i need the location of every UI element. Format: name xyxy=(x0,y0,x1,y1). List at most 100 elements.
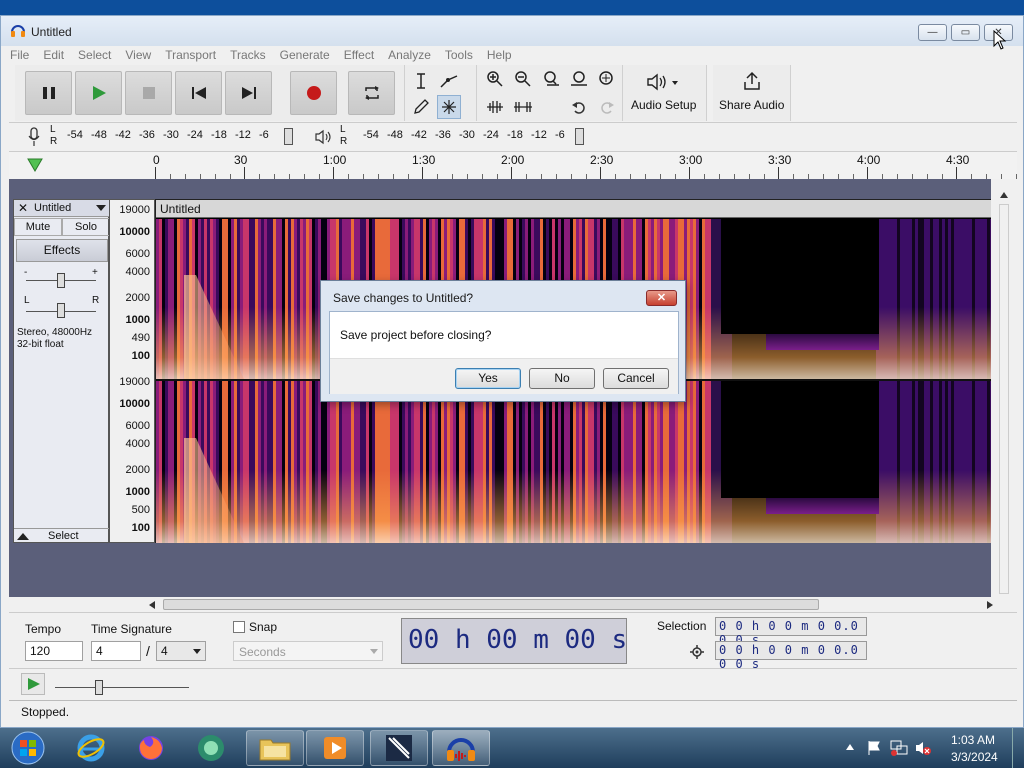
taskbar-internet-explorer[interactable] xyxy=(62,730,120,766)
horizontal-scrollbar[interactable] xyxy=(9,597,1017,612)
menu-view[interactable]: View xyxy=(116,46,156,64)
skip-to-end-button[interactable] xyxy=(225,71,272,115)
clip-title-bar[interactable]: Untitled xyxy=(156,200,991,218)
meter-toolbar: L R -54 -48 -42 -36 -30 -24 -18 -12 -6 L R -54 -4… xyxy=(9,122,1017,150)
zoom-toggle-button[interactable] xyxy=(595,67,619,91)
ruler-tick xyxy=(600,167,601,179)
ruler-tick-label: 4:30 xyxy=(946,153,970,167)
speed-slider[interactable] xyxy=(95,680,103,695)
meter-tick-label: -30 xyxy=(163,129,179,141)
trim-audio-button[interactable] xyxy=(483,95,507,119)
volume-muted-icon[interactable] xyxy=(914,740,932,756)
yes-button[interactable]: Yes xyxy=(455,368,521,389)
scroll-up-icon[interactable] xyxy=(1000,192,1008,198)
show-desktop-button[interactable] xyxy=(1012,728,1024,768)
fit-project-button[interactable] xyxy=(567,67,591,91)
silence-audio-button[interactable] xyxy=(511,95,535,119)
snap-checkbox[interactable] xyxy=(233,621,245,633)
collapse-arrow-icon[interactable] xyxy=(17,533,29,541)
hscroll-thumb[interactable] xyxy=(163,599,819,610)
time-display[interactable]: 00 h 00 m 00 s xyxy=(401,618,627,664)
play-button[interactable] xyxy=(75,71,122,115)
redo-button[interactable] xyxy=(595,95,619,119)
minimize-button[interactable]: — xyxy=(918,24,947,41)
taskbar-media-player[interactable] xyxy=(306,730,364,766)
selection-start-time[interactable]: 0 0 h 0 0 m 0 0.0 0 0 s xyxy=(715,617,867,647)
timeline-ruler[interactable]: 0 30 1:00 1:30 2:00 2:30 3:00 3:30 4:00 4:30 xyxy=(9,151,1017,179)
play-meter-slider[interactable] xyxy=(575,128,584,145)
multi-tool[interactable] xyxy=(437,95,461,119)
taskbar-editor-app[interactable] xyxy=(370,730,428,766)
time-sig-numerator[interactable]: 4 xyxy=(91,641,141,661)
action-center-flag-icon[interactable] xyxy=(866,740,882,756)
scroll-right-icon[interactable] xyxy=(987,601,993,609)
menu-analyze[interactable]: Analyze xyxy=(379,46,436,64)
tray-expand-icon[interactable] xyxy=(846,743,854,751)
loop-button[interactable] xyxy=(348,71,395,115)
effects-button[interactable]: Effects xyxy=(16,239,108,262)
mute-button[interactable]: Mute xyxy=(14,218,62,236)
spectrogram-right-channel[interactable] xyxy=(156,381,991,543)
taskbar-file-explorer[interactable] xyxy=(246,730,304,766)
menu-tools[interactable]: Tools xyxy=(436,46,478,64)
envelope-tool[interactable] xyxy=(437,69,461,93)
record-button[interactable] xyxy=(290,71,337,115)
pan-slider[interactable] xyxy=(57,303,65,318)
microphone-icon xyxy=(28,127,40,146)
selection-settings-gear-icon[interactable] xyxy=(690,645,704,659)
taskbar-app-green[interactable] xyxy=(182,730,240,766)
green-app-icon xyxy=(198,735,224,761)
menu-select[interactable]: Select xyxy=(69,46,116,64)
no-button[interactable]: No xyxy=(529,368,595,389)
play-at-speed-button[interactable] xyxy=(21,673,45,695)
menu-effect[interactable]: Effect xyxy=(335,46,379,64)
tempo-input[interactable]: 120 xyxy=(25,641,83,661)
selection-end-time[interactable]: 0 0 h 0 0 m 0 0.0 0 0 s xyxy=(715,641,867,671)
time-sig-denominator[interactable]: 4 xyxy=(156,641,206,661)
ruler-tick xyxy=(778,167,779,179)
selection-tool[interactable] xyxy=(409,69,433,93)
playback-meter[interactable]: -54 -48 -42 -36 -30 -24 -18 -12 -6 xyxy=(363,129,581,145)
taskbar-audacity[interactable] xyxy=(432,730,490,766)
menu-generate[interactable]: Generate xyxy=(271,46,335,64)
frequency-scale[interactable]: 19000 10000 6000 4000 2000 1000 490 100 19000 10… xyxy=(109,199,155,543)
vertical-scrollbar[interactable] xyxy=(991,179,1017,612)
menu-transport[interactable]: Transport xyxy=(156,46,221,64)
share-audio-button[interactable]: Share Audio xyxy=(713,65,791,121)
draw-tool[interactable] xyxy=(409,95,433,119)
firefox-icon xyxy=(139,736,163,760)
zoom-in-button[interactable] xyxy=(483,67,507,91)
frequency-scale-label: 1000 xyxy=(125,314,150,326)
solo-button[interactable]: Solo xyxy=(62,218,110,236)
cancel-button[interactable]: Cancel xyxy=(603,368,669,389)
audio-setup-button[interactable]: Audio Setup xyxy=(623,65,707,121)
start-button[interactable] xyxy=(2,730,54,766)
pause-button[interactable] xyxy=(25,71,72,115)
track-control-panel: ✕ Untitled Mute Solo Effects - + L R Ste… xyxy=(13,199,110,543)
menu-tracks[interactable]: Tracks xyxy=(221,46,271,64)
play-meter-r: R xyxy=(340,136,348,147)
recording-meter[interactable]: -54 -48 -42 -36 -30 -24 -18 -12 -6 xyxy=(67,129,285,145)
rec-meter-slider[interactable] xyxy=(284,128,293,145)
menu-file[interactable]: File xyxy=(1,46,34,64)
taskbar-firefox[interactable] xyxy=(122,730,180,766)
track-name-menu[interactable]: Untitled xyxy=(34,202,71,214)
menu-help[interactable]: Help xyxy=(478,46,517,64)
skip-to-start-button[interactable] xyxy=(175,71,222,115)
maximize-button[interactable]: ▭ xyxy=(951,24,980,41)
snap-unit-select[interactable]: Seconds xyxy=(233,641,383,661)
fit-selection-button[interactable] xyxy=(539,67,563,91)
zoom-out-button[interactable] xyxy=(511,67,535,91)
vscroll-thumb[interactable] xyxy=(999,204,1009,594)
clock-date[interactable]: 3/3/2024 xyxy=(951,750,998,764)
gain-slider[interactable] xyxy=(57,273,65,288)
track-close-button[interactable]: ✕ xyxy=(18,201,28,215)
clock-time[interactable]: 1:03 AM xyxy=(951,733,995,747)
track-select-button[interactable]: Select xyxy=(48,530,79,542)
stop-button[interactable] xyxy=(125,71,172,115)
undo-button[interactable] xyxy=(567,95,591,119)
dialog-close-button[interactable]: ✕ xyxy=(646,290,677,306)
network-icon[interactable] xyxy=(890,740,908,756)
menu-edit[interactable]: Edit xyxy=(34,46,69,64)
scroll-left-icon[interactable] xyxy=(149,601,155,609)
